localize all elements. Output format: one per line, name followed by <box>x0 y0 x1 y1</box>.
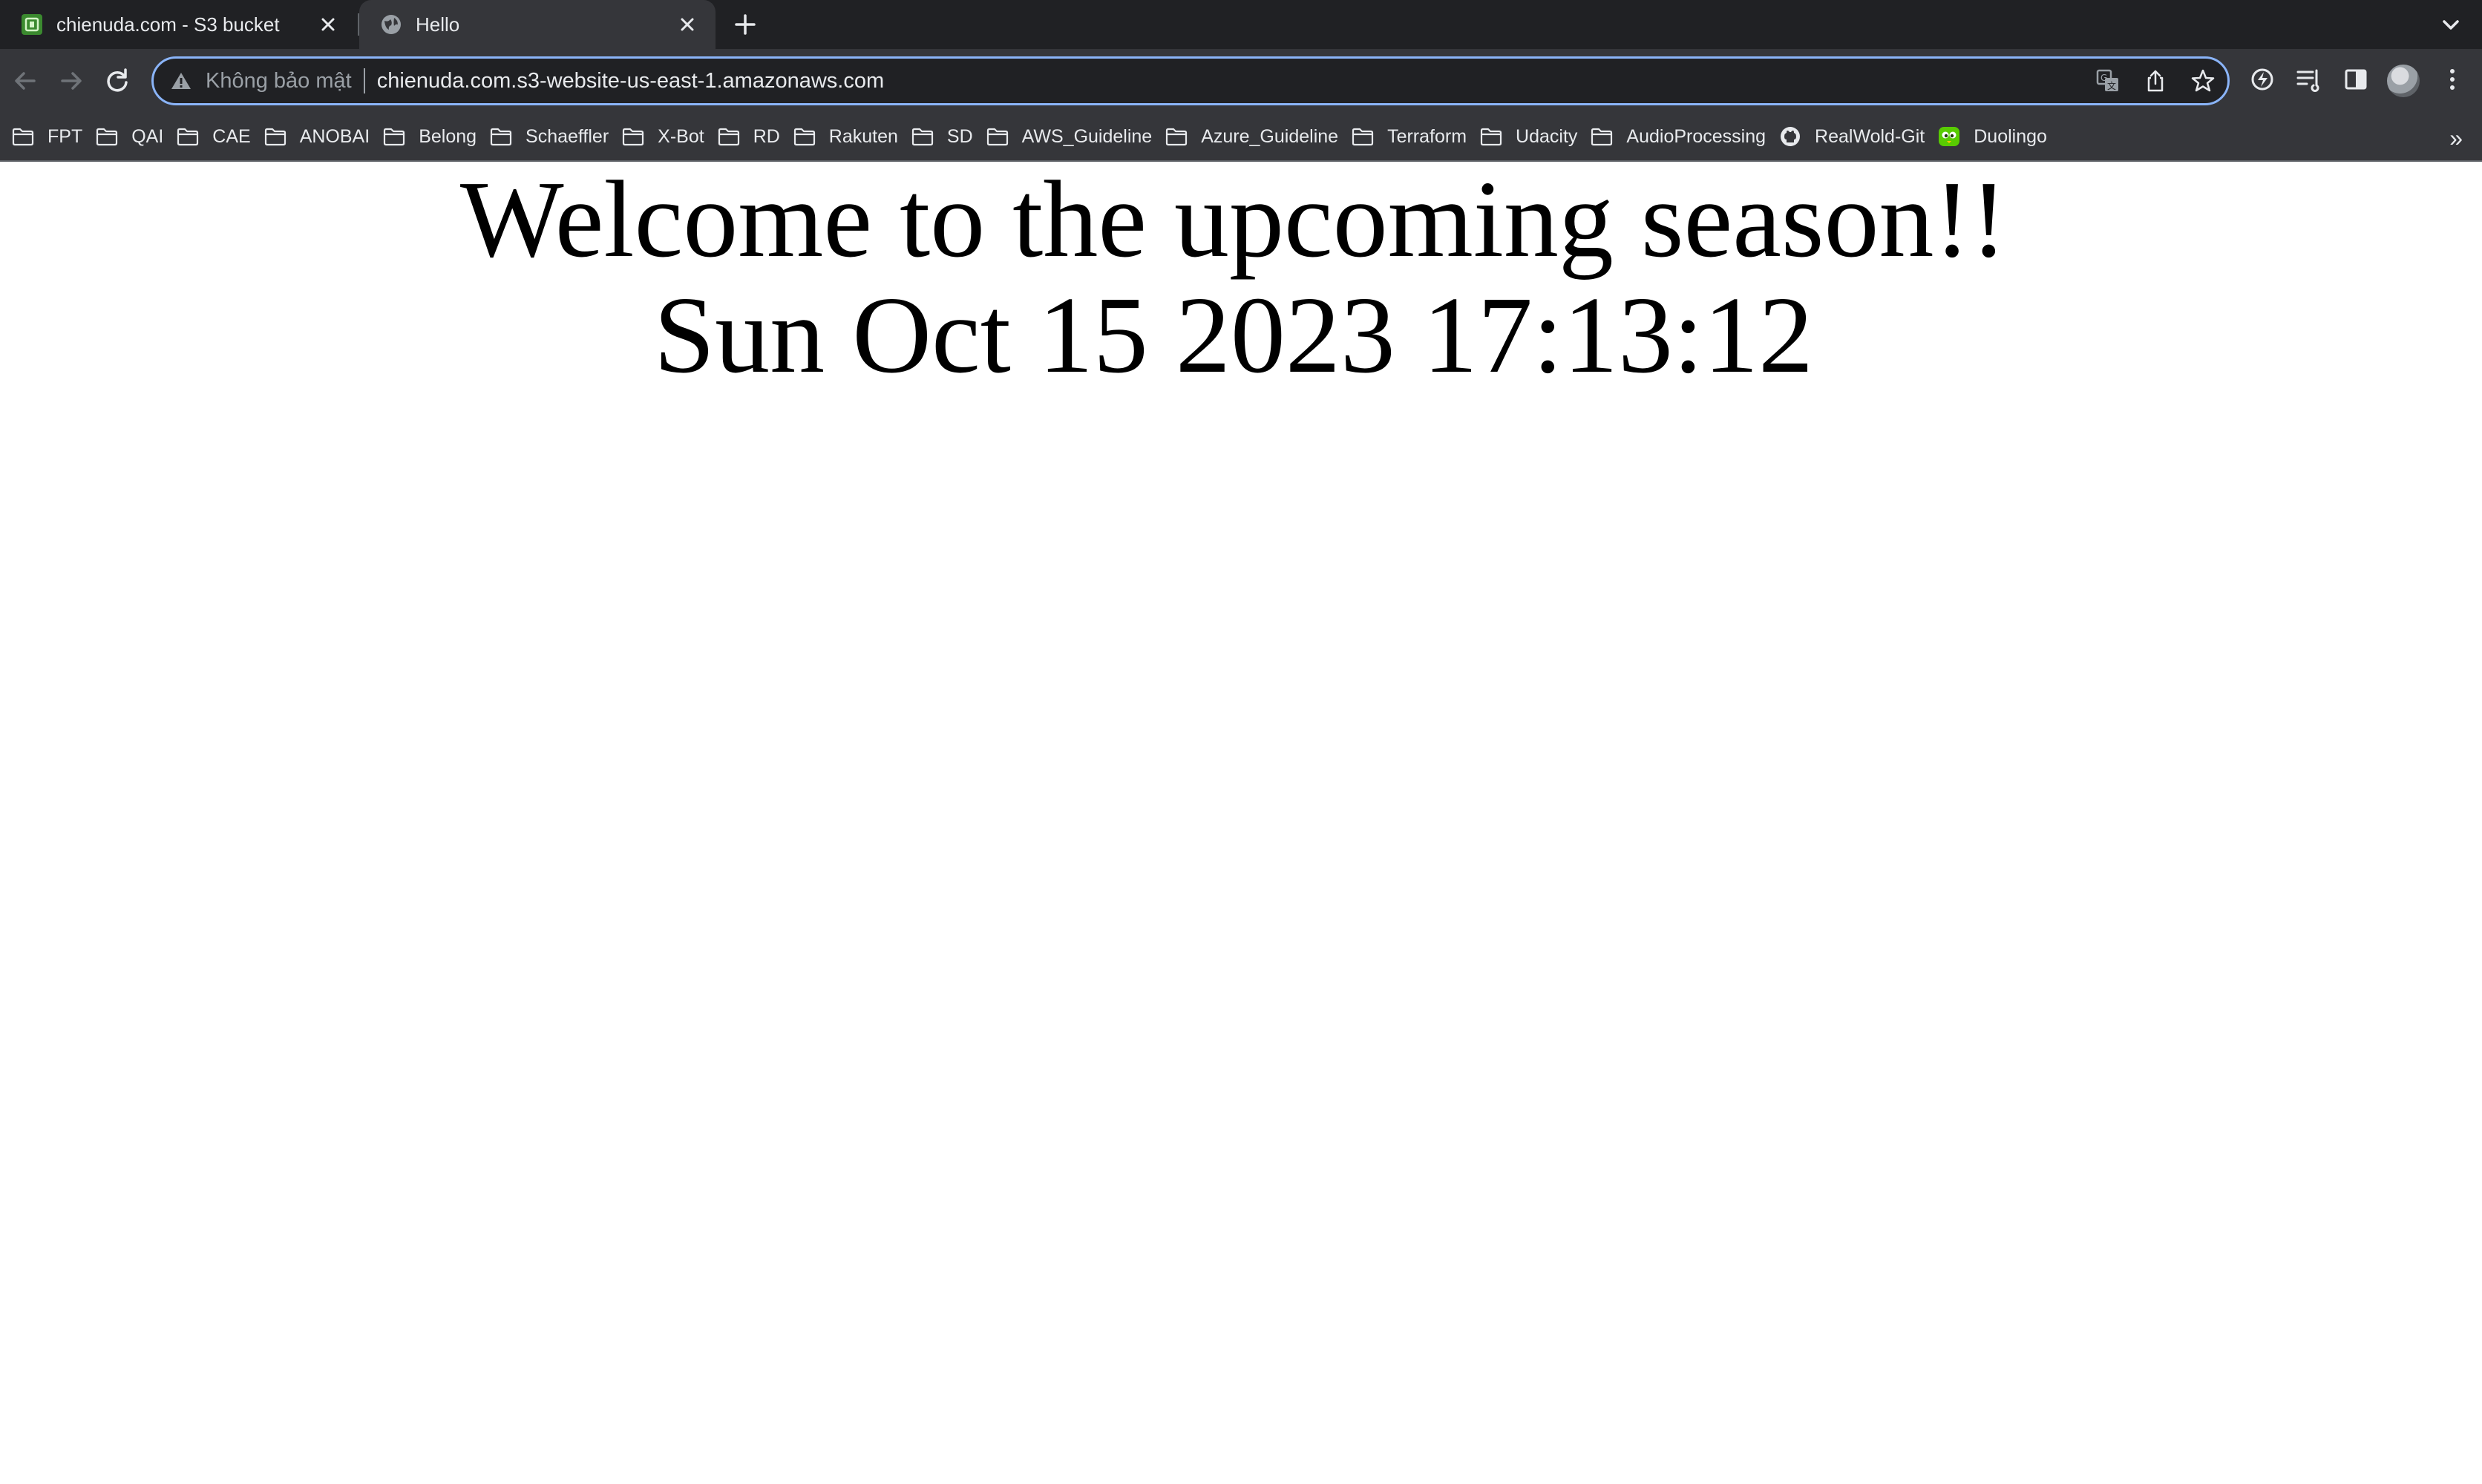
folder-icon <box>793 128 815 146</box>
bookmark-label: CAE <box>212 125 251 147</box>
tab-title: Hello <box>416 13 460 36</box>
bookmark-label: ANOBAI <box>299 125 370 147</box>
close-icon[interactable] <box>315 11 341 38</box>
page-content: Welcome to the upcoming season!! Sun Oct… <box>0 162 2482 1484</box>
star-icon[interactable] <box>2190 68 2216 93</box>
tab-title: chienuda.com - S3 bucket <box>56 13 280 36</box>
new-tab-plus-icon[interactable] <box>732 11 759 38</box>
address-divider <box>363 68 365 93</box>
address-bar[interactable]: Không bảo mật chienuda.com.s3-website-us… <box>151 56 2230 105</box>
bookmark-x-bot[interactable]: X-Bot <box>622 117 718 156</box>
bookmark-rakuten[interactable]: Rakuten <box>793 117 911 156</box>
bookmark-belong[interactable]: Belong <box>383 117 490 156</box>
welcome-heading: Welcome to the upcoming season!! <box>459 159 2008 280</box>
duolingo-icon <box>1939 127 1960 146</box>
profile-avatar[interactable] <box>2387 65 2420 97</box>
bookmark-udacity[interactable]: Udacity <box>1480 117 1591 156</box>
side-panel-icon[interactable] <box>2341 65 2371 94</box>
share-icon[interactable] <box>2143 68 2168 93</box>
back-arrow-icon[interactable] <box>9 65 42 97</box>
bookmark-label: RealWold-Git <box>1815 125 1925 147</box>
bookmark-schaeffler[interactable]: Schaeffler <box>490 117 622 156</box>
bookmarks-overflow-button[interactable]: » <box>2449 125 2463 152</box>
folder-icon <box>1166 128 1188 146</box>
security-label[interactable]: Không bảo mật <box>206 69 352 93</box>
bookmark-label: SD <box>946 125 973 147</box>
bookmark-label: Schaeffler <box>525 125 609 147</box>
folder-icon <box>986 128 1008 146</box>
bookmark-audioprocessing[interactable]: AudioProcessing <box>1591 117 1779 156</box>
folder-icon <box>1352 128 1374 146</box>
bookmark-rd[interactable]: RD <box>718 117 793 156</box>
chevron-down-icon[interactable] <box>2439 13 2463 36</box>
tab-strip: chienuda.com - S3 bucket Hello <box>0 0 2482 49</box>
bookmark-terraform[interactable]: Terraform <box>1352 117 1480 156</box>
folder-icon <box>1591 128 1613 146</box>
bookmark-label: FPT <box>48 125 83 147</box>
bookmark-duolingo[interactable]: Duolingo <box>1938 117 2060 156</box>
url-text[interactable]: chienuda.com.s3-website-us-east-1.amazon… <box>377 69 884 93</box>
bookmark-sd[interactable]: SD <box>911 117 986 156</box>
folder-icon <box>490 128 512 146</box>
bookmark-azure-guideline[interactable]: Azure_Guideline <box>1165 117 1352 156</box>
bookmark-realwold-git[interactable]: RealWold-Git <box>1779 117 1938 156</box>
globe-icon <box>382 15 401 34</box>
bookmark-label: AWS_Guideline <box>1021 125 1153 147</box>
warning-triangle-icon[interactable] <box>170 70 192 92</box>
datetime-heading: Sun Oct 15 2023 17:13:12 <box>653 275 1814 396</box>
svg-text:G: G <box>2100 73 2107 83</box>
bookmark-aws-guideline[interactable]: AWS_Guideline <box>986 117 1166 156</box>
bookmark-label: Azure_Guideline <box>1201 125 1339 147</box>
bookmarks-bar: FPT QAI CAE ANOBAI Belong Schaeffler X-Bot RD Ra… <box>0 113 2482 162</box>
reading-list-icon[interactable] <box>2293 65 2323 94</box>
bookmark-label: Udacity <box>1516 125 1578 147</box>
browser-chrome: chienuda.com - S3 bucket Hello Không bảo… <box>0 0 2482 162</box>
bookmark-label: Rakuten <box>828 125 898 147</box>
folder-icon <box>264 128 286 146</box>
tab-hello[interactable]: Hello <box>359 0 716 49</box>
folder-icon <box>177 128 199 146</box>
more-menu-icon[interactable] <box>2437 65 2467 94</box>
bookmark-fpt[interactable]: FPT <box>12 117 96 156</box>
folder-icon <box>384 128 405 146</box>
bookmark-label: Belong <box>419 125 477 147</box>
github-icon <box>1781 127 1801 146</box>
bookmark-label: Duolingo <box>1974 125 2047 147</box>
folder-icon <box>718 128 739 146</box>
bookmark-label: RD <box>753 125 780 147</box>
folder-icon <box>12 128 34 146</box>
svg-text:文: 文 <box>2107 80 2116 91</box>
folder-icon <box>911 128 934 146</box>
toolbar: Không bảo mật chienuda.com.s3-website-us… <box>0 49 2482 113</box>
bookmark-label: X-Bot <box>658 125 704 147</box>
folder-icon <box>623 128 644 146</box>
folder-icon <box>96 128 118 146</box>
bookmark-label: AudioProcessing <box>1626 125 1766 147</box>
translate-icon[interactable]: G 文 <box>2095 68 2121 93</box>
tab-s3-bucket[interactable]: chienuda.com - S3 bucket <box>0 0 356 49</box>
forward-arrow-icon[interactable] <box>55 65 88 97</box>
s3-bucket-icon <box>22 14 42 35</box>
bookmark-anobai[interactable]: ANOBAI <box>264 117 383 156</box>
extension-icon[interactable] <box>2247 65 2277 94</box>
bookmark-qai[interactable]: QAI <box>96 117 177 156</box>
bookmark-cae[interactable]: CAE <box>177 117 263 156</box>
reload-icon[interactable] <box>101 65 134 97</box>
folder-icon <box>1480 128 1502 146</box>
bookmark-label: Terraform <box>1387 125 1467 147</box>
bookmark-label: QAI <box>131 125 164 147</box>
close-icon[interactable] <box>674 11 701 38</box>
